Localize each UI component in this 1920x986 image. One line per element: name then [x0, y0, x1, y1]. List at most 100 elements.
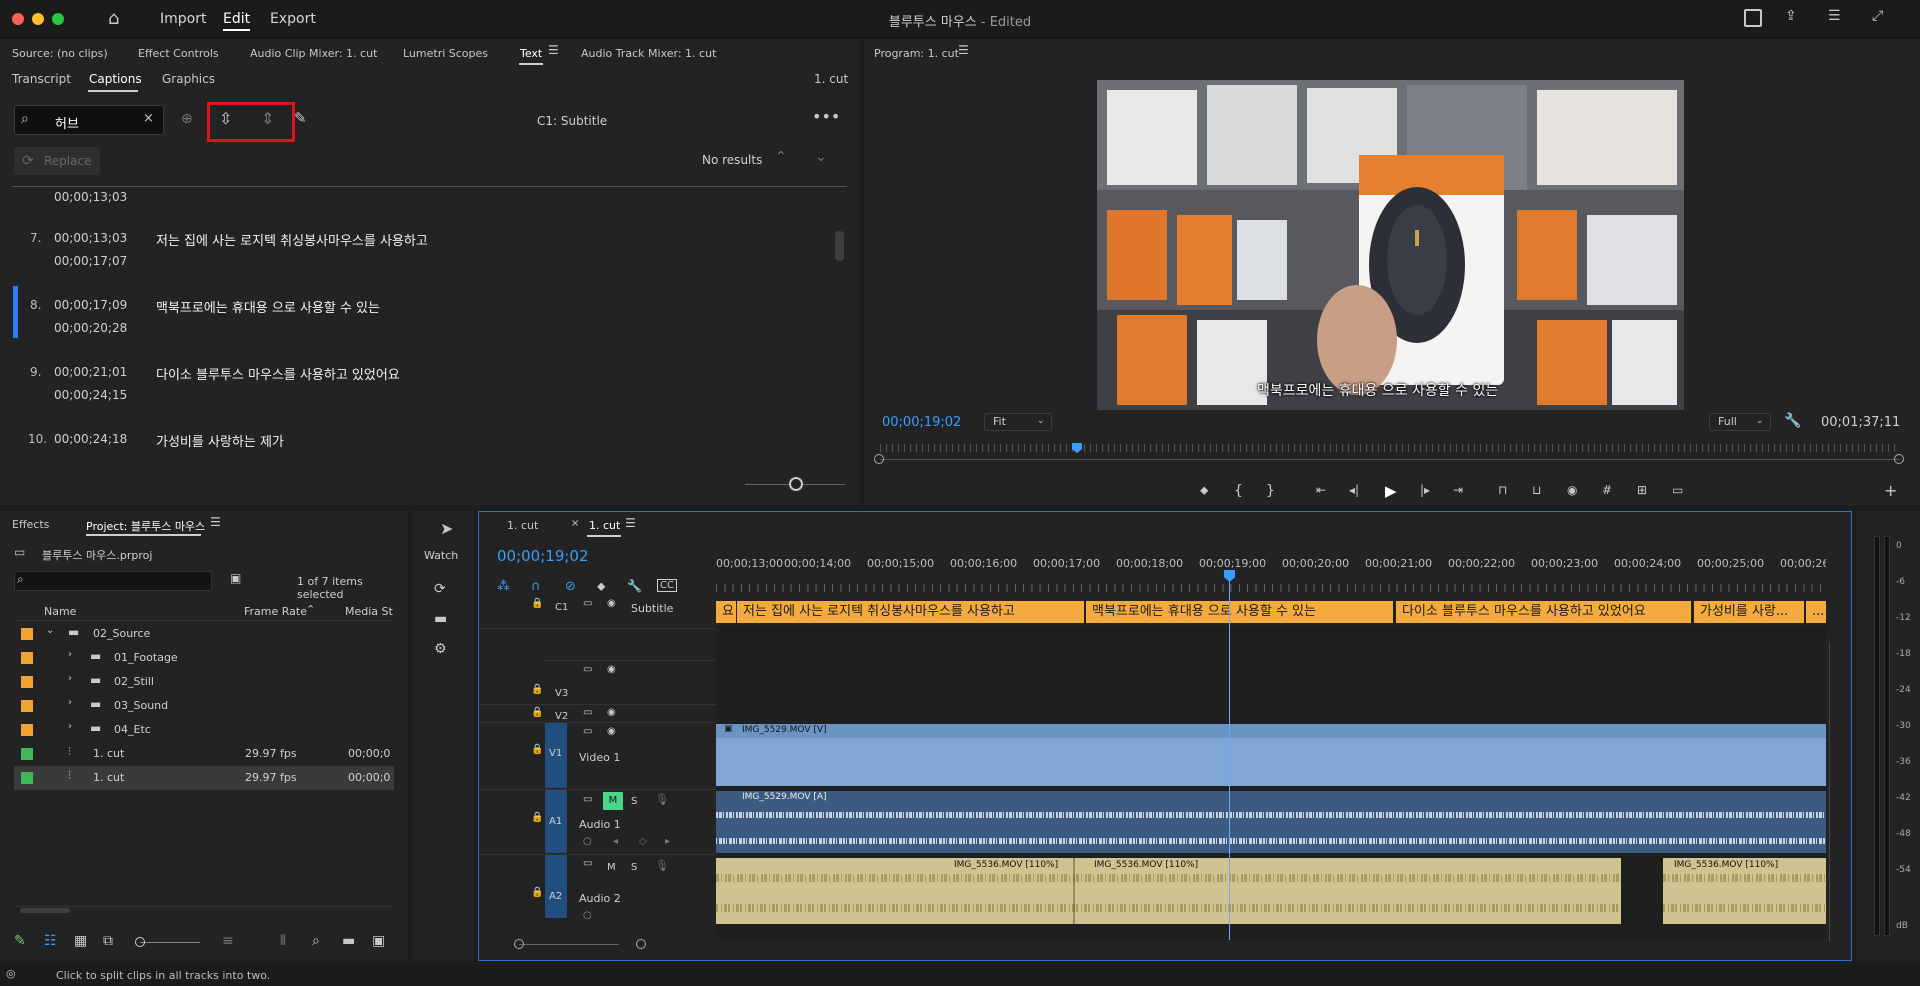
timeline-zoom-scrollbar[interactable] [519, 944, 619, 945]
scrub-end-handle[interactable] [1894, 454, 1904, 464]
freeform-view-icon[interactable]: ⧉ [103, 933, 113, 949]
menu-export[interactable]: Export [270, 11, 316, 27]
next-keyframe-icon[interactable]: ▸ [665, 836, 670, 847]
folder-icon[interactable]: ▬ [434, 611, 447, 627]
project-item-row[interactable]: ⌄ ▬ 02_Source [14, 622, 394, 646]
lock-icon[interactable]: 🔒 [531, 707, 543, 718]
mute-a2-button[interactable]: M [607, 862, 616, 873]
mark-out-icon[interactable]: } [1266, 483, 1275, 499]
eye-icon[interactable]: ◉ [607, 726, 616, 737]
tab-audio-track-mixer[interactable]: Audio Track Mixer: 1. cut [581, 47, 716, 60]
quick-export-icon[interactable] [1744, 9, 1762, 27]
tab-transcript[interactable]: Transcript [12, 72, 71, 86]
previous-keyframe-icon[interactable]: ◂ [613, 836, 618, 847]
tab-audio-clip-mixer[interactable]: Audio Clip Mixer: 1. cut [250, 47, 377, 60]
tab-project[interactable]: Project: 블루투스 마우스 [86, 518, 205, 534]
lift-icon[interactable]: ⊓ [1498, 483, 1507, 497]
close-tab-icon[interactable]: × [571, 518, 579, 529]
share-icon[interactable]: ⇪ [1785, 8, 1797, 24]
menu-import[interactable]: Import [160, 11, 206, 27]
caption-row[interactable]: 7. 00;00;13;03 00;00;17;07 저는 집에 사는 로지텍 … [0, 219, 840, 279]
pencil-icon[interactable]: ✎ [294, 109, 307, 127]
thumbnail-size-slider[interactable] [140, 942, 200, 943]
automate-to-sequence-icon[interactable]: ⫴ [280, 933, 286, 949]
fit-dropdown[interactable]: Fit ⌄ [984, 413, 1052, 431]
camera-icon[interactable]: ◉ [1567, 483, 1577, 497]
close-window-button[interactable] [12, 13, 24, 25]
gear-icon[interactable]: ⚙ [434, 641, 447, 657]
add-marker-icon[interactable]: ⬥ [597, 579, 605, 594]
tab-effect-controls[interactable]: Effect Controls [138, 47, 219, 60]
sync-lock-icon[interactable]: ▭ [583, 664, 592, 675]
quality-dropdown[interactable]: Full ⌄ [1709, 413, 1771, 431]
eye-icon[interactable]: ◉ [607, 664, 616, 675]
caption-row[interactable]: 9. 00;00;21;01 00;00;24;15 다이소 블루투스 마우스를… [0, 353, 840, 413]
go-to-out-icon[interactable]: ⇥ [1453, 483, 1463, 497]
tab-lumetri-scopes[interactable]: Lumetri Scopes [403, 47, 488, 60]
menu-edit[interactable]: Edit [223, 11, 251, 31]
search-input[interactable]: ⌕ 허브 × [14, 105, 164, 135]
tab-effects[interactable]: Effects [12, 518, 49, 531]
volume-knob-icon[interactable]: ○ [583, 910, 592, 921]
caption-text[interactable]: 맥북프로에는 휴대용 으로 사용할 수 있는 [156, 297, 380, 316]
wrench-icon[interactable]: 🔧 [1784, 413, 1801, 429]
caption-row[interactable]: 10. 00;00;24;18 가성비를 사랑하는 제가 [0, 420, 840, 464]
column-frame-rate[interactable]: Frame Rate [244, 605, 307, 618]
project-item-row[interactable]: › ▬ 04_Etc [14, 718, 394, 742]
fullscreen-icon[interactable]: ⤢ [1872, 8, 1883, 24]
go-to-in-icon[interactable]: ⇤ [1316, 483, 1326, 497]
panel-menu-icon[interactable]: ☰ [548, 43, 559, 57]
minimize-window-button[interactable] [32, 13, 44, 25]
previous-result-icon[interactable]: ⌃ [775, 149, 787, 165]
project-item-row[interactable]: › ▬ 03_Sound [14, 694, 394, 718]
program-scrub-bar[interactable] [880, 459, 1900, 460]
captions-icon[interactable]: CC [657, 579, 677, 592]
video-frame[interactable]: 맥북프로에는 휴대용 으로 사용할 수 있는 [1097, 80, 1684, 410]
timeline-tab-2[interactable]: 1. cut [589, 519, 620, 532]
split-caption-icon[interactable]: ⇳ [219, 109, 232, 128]
project-item-row[interactable]: ⫶ 1. cut 29.97 fps 00;00;0 [14, 742, 394, 766]
button-editor-icon[interactable]: + [1884, 481, 1897, 500]
find-icon[interactable]: ⌕ [312, 933, 320, 949]
eye-icon[interactable]: ◉ [607, 598, 616, 609]
list-view-icon[interactable]: ☷ [44, 933, 57, 949]
project-search-input[interactable]: ⌕ [14, 571, 212, 591]
panel-menu-icon[interactable]: ☰ [625, 516, 636, 530]
thumbnail-size-handle[interactable] [135, 937, 145, 947]
column-media-start[interactable]: Media Sta [345, 605, 393, 618]
step-forward-icon[interactable]: |▸ [1420, 483, 1430, 497]
zoom-slider-handle[interactable] [789, 477, 803, 491]
tab-captions[interactable]: Captions [89, 72, 142, 86]
project-item-row[interactable]: › ▬ 01_Footage [14, 646, 394, 670]
add-marker-icon[interactable]: ⬥ [1200, 483, 1208, 498]
mute-a1-button[interactable]: M [603, 792, 623, 810]
chevron-right-icon[interactable]: › [68, 721, 72, 732]
timeline-playhead[interactable] [1229, 570, 1230, 940]
safe-margins-icon[interactable]: # [1602, 483, 1612, 497]
caption-clip[interactable]: 저는 집에 사는 로지텍 취싱봉사마우스를 사용하고 [737, 601, 1084, 623]
program-time-ruler[interactable] [880, 444, 1900, 452]
tab-source[interactable]: Source: (no clips) [12, 47, 108, 60]
eye-icon[interactable]: ◉ [607, 707, 616, 718]
caption-clip[interactable]: 맥북프로에는 휴대용 으로 사용할 수 있는 [1086, 601, 1393, 623]
column-name[interactable]: Name [44, 605, 76, 618]
program-title[interactable]: Program: 1. cut [874, 47, 959, 60]
microphone-icon[interactable]: 🎙 [655, 859, 669, 872]
lock-icon[interactable]: 🔒 [531, 684, 543, 695]
add-caption-icon[interactable]: ⊕ [181, 111, 193, 127]
lock-icon[interactable]: 🔒 [531, 887, 543, 898]
caption-list-scrollbar[interactable] [835, 231, 844, 261]
sync-lock-icon[interactable]: ▭ [583, 858, 592, 869]
refresh-icon[interactable]: ⟳ [434, 581, 446, 597]
new-item-icon[interactable]: ▣ [372, 933, 385, 949]
microphone-icon[interactable]: 🎙 [655, 793, 669, 806]
chevron-down-icon[interactable]: ⌄ [46, 625, 54, 636]
linked-selection-icon[interactable]: ⊘ [565, 579, 576, 594]
lock-icon[interactable]: 🔒 [531, 812, 543, 823]
project-item-row[interactable]: ⫶ 1. cut 29.97 fps 00;00;0 [14, 766, 394, 790]
tab-graphics[interactable]: Graphics [162, 72, 215, 86]
sync-lock-icon[interactable]: ▭ [583, 707, 592, 718]
caption-text[interactable]: 다이소 블루투스 마우스를 사용하고 있었어요 [156, 364, 400, 383]
project-horizontal-scrollbar[interactable] [20, 908, 70, 913]
new-bin-from-search-icon[interactable]: ▣ [230, 571, 241, 585]
